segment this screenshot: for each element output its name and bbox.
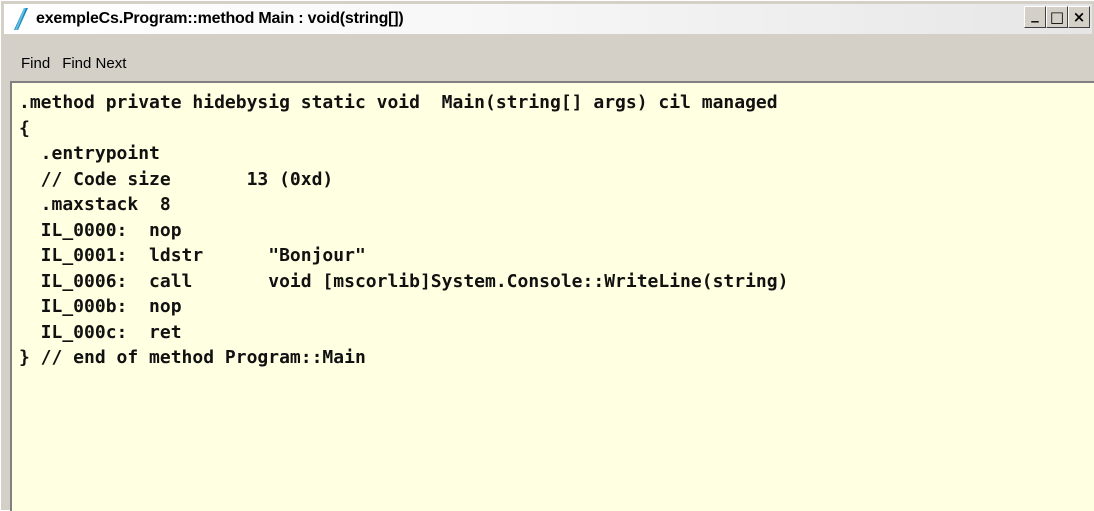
menu-bar: Find Find Next: [4, 51, 1092, 77]
code-line: .method private hidebysig static void Ma…: [19, 92, 778, 113]
app-icon: [14, 8, 28, 30]
ildasm-method-window: exempleCs.Program::method Main : void(st…: [0, 0, 1094, 511]
code-line: IL_0006: call void [mscorlib]System.Cons…: [19, 270, 789, 292]
window-title: exempleCs.Program::method Main : void(st…: [36, 10, 404, 27]
code-line: IL_000b: nop: [19, 296, 182, 317]
minimize-button[interactable]: _: [1024, 6, 1046, 28]
menu-find[interactable]: Find: [4, 52, 56, 76]
close-button[interactable]: ×: [1068, 6, 1090, 28]
code-line: .entrypoint: [19, 143, 160, 164]
code-line: IL_0001: ldstr "Bonjour": [19, 245, 366, 266]
il-code-text[interactable]: .method private hidebysig static void Ma…: [19, 90, 788, 371]
code-line: // Code size 13 (0xd): [19, 168, 334, 190]
close-icon: ×: [1072, 7, 1086, 26]
code-line: .maxstack 8: [19, 194, 171, 215]
maximize-button[interactable]: □: [1046, 6, 1068, 28]
maximize-icon: □: [1049, 7, 1065, 26]
code-line: IL_000c: ret: [19, 321, 182, 343]
code-line: } // end of method Program::Main: [19, 347, 366, 368]
title-bar[interactable]: exempleCs.Program::method Main : void(st…: [4, 4, 1092, 34]
code-line: {: [19, 117, 30, 139]
window-controls: _ □ ×: [1024, 6, 1090, 30]
menu-find-next[interactable]: Find Next: [56, 52, 132, 76]
il-code-view[interactable]: .method private hidebysig static void Ma…: [10, 81, 1094, 511]
code-line: IL_0000: nop: [19, 219, 182, 241]
minimize-icon: _: [1031, 4, 1039, 23]
